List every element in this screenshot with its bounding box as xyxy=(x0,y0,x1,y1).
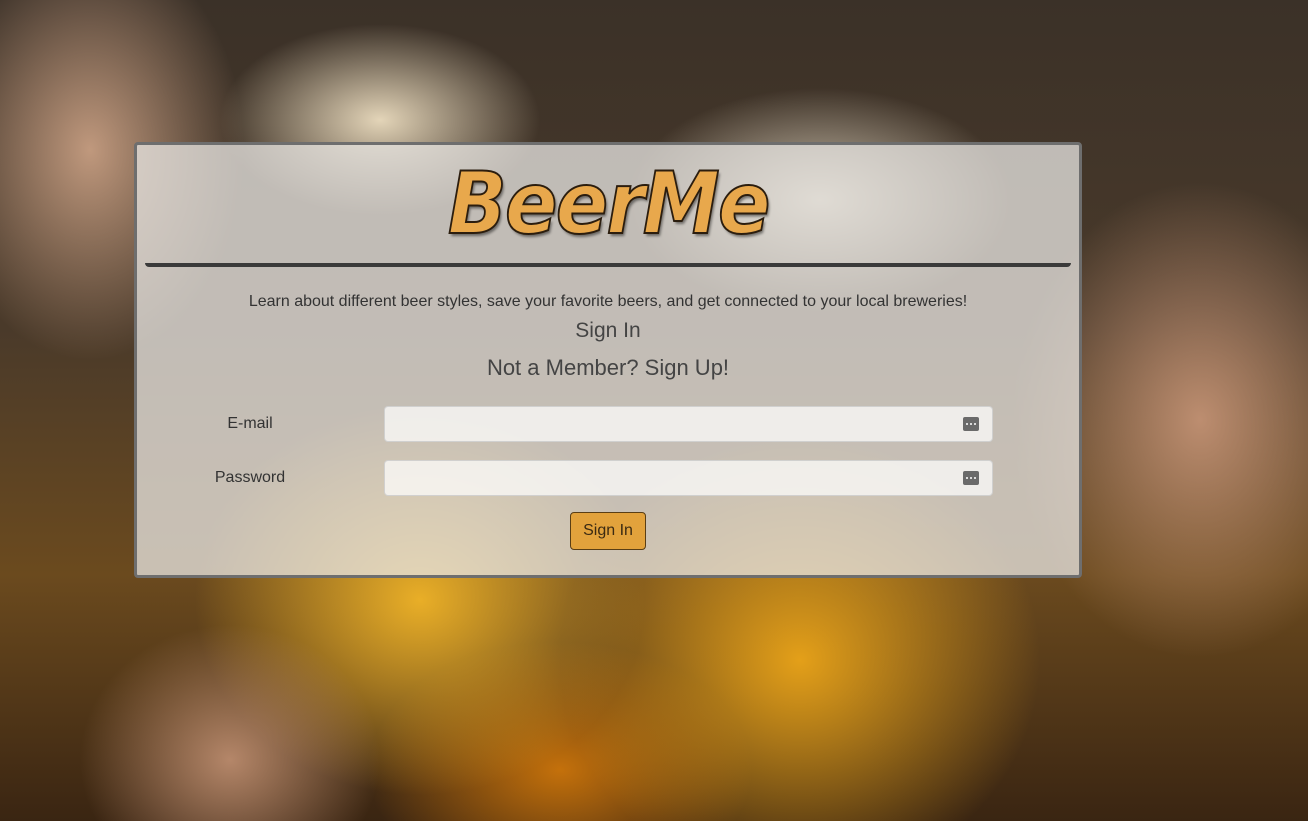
email-field-wrapper xyxy=(384,406,993,442)
sign-in-heading: Sign In xyxy=(575,319,641,342)
password-field-wrapper xyxy=(384,460,993,496)
email-label: E-mail xyxy=(227,415,273,432)
password-manager-icon[interactable] xyxy=(963,471,979,485)
password-row: Password xyxy=(137,460,1079,496)
tagline: Learn about different beer styles, save … xyxy=(248,293,968,310)
logo-container: BeerMe xyxy=(137,145,1079,263)
header-divider xyxy=(145,263,1071,267)
password-manager-icon[interactable] xyxy=(963,417,979,431)
beerme-logo: BeerMe xyxy=(447,153,771,255)
signup-link[interactable]: Not a Member? Sign Up! xyxy=(137,355,1079,381)
email-field[interactable] xyxy=(385,407,992,441)
sign-in-button[interactable]: Sign In xyxy=(570,512,646,550)
password-label: Password xyxy=(214,469,286,486)
sign-in-panel: BeerMe Learn about different beer styles… xyxy=(134,142,1082,578)
email-row: E-mail xyxy=(137,406,1079,442)
password-field[interactable] xyxy=(385,461,992,495)
